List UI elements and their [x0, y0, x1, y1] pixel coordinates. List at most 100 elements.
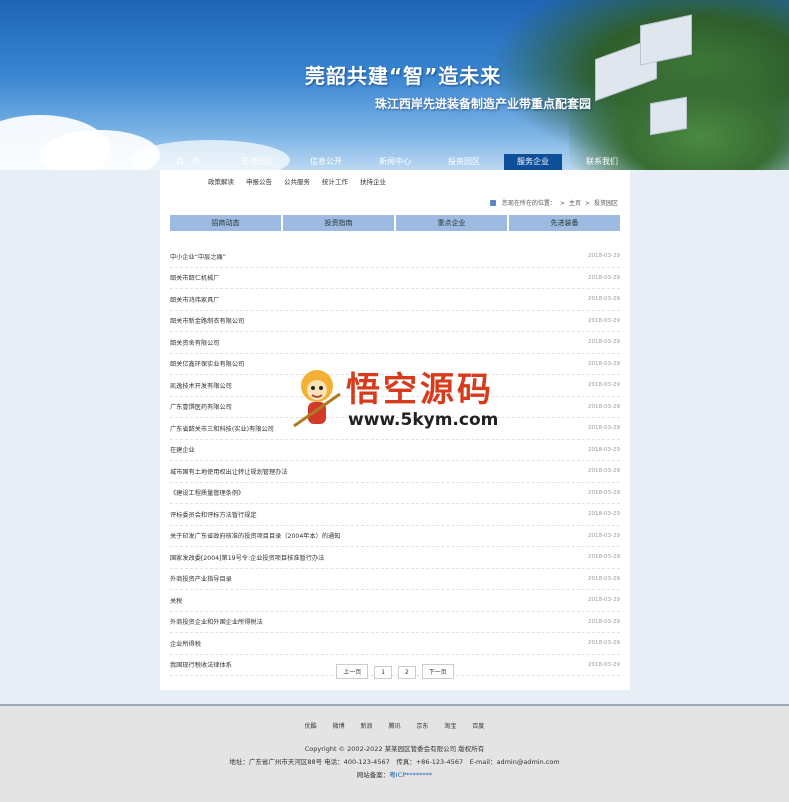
list-item-title[interactable]: 韶关亿鑫环保实业有限公司: [170, 359, 244, 368]
subnav-statistics[interactable]: 统计工作: [322, 176, 348, 186]
list-item[interactable]: 关于印发广东省政府核准的投资项目目录（2004年本）的通知 2018-03-29: [170, 526, 620, 547]
list-item[interactable]: 《建设工程质量管理条例》 2018-03-29: [170, 483, 620, 504]
next-page-button[interactable]: 下一页: [421, 664, 454, 679]
category-tabs: 招商动态 投资指南 重点企业 先进装备: [170, 215, 620, 231]
header-banner: 莞韶共建“智”造未来 珠江西岸先进装备制造产业带重点配套园 首 页 走进园区 信…: [0, 0, 789, 170]
list-item-title[interactable]: 中小企业“中层之痛”: [170, 252, 226, 261]
page-2-button[interactable]: 2: [397, 666, 416, 679]
list-item[interactable]: 韶关资舍有限公司 2018-03-29: [170, 332, 620, 354]
list-item-date: 2018-03-29: [588, 360, 620, 367]
list-item-date: 2018-03-29: [588, 425, 620, 432]
list-item-title[interactable]: 评标委员会和评标方法暂行规定: [170, 510, 257, 519]
nav-news-center[interactable]: 新闻中心: [366, 154, 424, 170]
subnav-support[interactable]: 扶持企业: [360, 176, 386, 186]
list-item-title[interactable]: 城市国有土地使用权出让转让规划管理办法: [170, 467, 288, 476]
list-item-title[interactable]: 凯逸技术开发有限公司: [170, 381, 232, 390]
list-item-title[interactable]: 外商投资产业指导目录: [170, 574, 232, 583]
article-list: 中小企业“中层之痛” 2018-03-29 韶关市韶仁机械厂 2018-03-29 韶关…: [170, 246, 620, 676]
tab-investment-guide[interactable]: 投资指南: [283, 215, 394, 231]
footer: 优酷 微博 新浪 腾讯 京东 淘宝 百度 Copyright © 2002-20…: [0, 704, 789, 802]
list-item[interactable]: 韶关市韶仁机械厂 2018-03-29: [170, 268, 620, 289]
list-item-date: 2018-03-29: [588, 468, 620, 475]
list-item-title[interactable]: 《建设工程质量管理条例》: [170, 488, 244, 497]
list-item-date: 2018-03-29: [588, 640, 620, 647]
list-item-date: 2018-03-29: [588, 532, 620, 539]
breadcrumb-prefix: 您现在所在的位置：: [501, 200, 556, 207]
list-item[interactable]: 在建企业 2018-03-29: [170, 440, 620, 461]
banner-slogan: 莞韶共建“智”造未来: [305, 64, 502, 88]
list-item[interactable]: 凯逸技术开发有限公司 2018-03-29: [170, 375, 620, 397]
list-item-title[interactable]: 关税: [170, 596, 182, 605]
tab-key-enterprises[interactable]: 重点企业: [396, 215, 507, 231]
breadcrumb-current[interactable]: 投资园区: [594, 200, 618, 207]
subnav-announcement[interactable]: 申报公告: [246, 176, 272, 186]
list-item-title[interactable]: 韶关市新金路制衣有限公司: [170, 316, 244, 325]
nav-invest-park[interactable]: 投资园区: [435, 154, 493, 170]
list-item-date: 2018-03-29: [588, 597, 620, 604]
list-item[interactable]: 国家发改委[2004]第19号令:企业投资项目核准暂行办法 2018-03-29: [170, 547, 620, 569]
subnav-public-service[interactable]: 公共服务: [284, 176, 310, 186]
list-item-title[interactable]: 外商投资企业和外国企业所得税法: [170, 617, 263, 626]
list-item-title[interactable]: 韶关市鸿伟家具厂: [170, 295, 220, 304]
list-item[interactable]: 关税 2018-03-29: [170, 590, 620, 612]
home-icon: [489, 200, 496, 206]
list-item[interactable]: 韶关市鸿伟家具厂 2018-03-29: [170, 289, 620, 311]
list-item[interactable]: 企业所得税 2018-03-29: [170, 633, 620, 655]
list-item[interactable]: 外商投资产业指导目录 2018-03-29: [170, 569, 620, 590]
list-item-title[interactable]: 韶关市韶仁机械厂: [170, 273, 220, 282]
pagination: 上一页 1 2 下一页: [160, 664, 630, 679]
footer-contact: 地址：广东省广州市天河区88号 电话：400-123-4567 传真：+86-1…: [229, 758, 560, 766]
main-nav: 首 页 走进园区 信息公开 新闻中心 投资园区 服务企业 联系我们: [0, 152, 789, 170]
tab-investment-news[interactable]: 招商动态: [170, 215, 281, 231]
list-item-date: 2018-03-29: [588, 575, 620, 582]
list-item-date: 2018-03-29: [588, 317, 620, 324]
nav-enterprise-service[interactable]: 服务企业: [504, 154, 562, 170]
list-item-title[interactable]: 在建企业: [170, 445, 195, 454]
footer-link-sina[interactable]: 新浪: [361, 723, 373, 730]
nav-contact[interactable]: 联系我们: [573, 154, 631, 170]
banner-subslogan: 珠江西岸先进装备制造产业带重点配套园: [375, 97, 592, 111]
list-item-date: 2018-03-29: [588, 296, 620, 303]
footer-links: 优酷 微博 新浪 腾讯 京东 淘宝 百度: [0, 721, 789, 730]
subnav-policy[interactable]: 政策解读: [208, 176, 234, 186]
footer-link-taobao[interactable]: 淘宝: [444, 723, 456, 730]
list-item-date: 2018-03-29: [588, 403, 620, 410]
nav-about-park[interactable]: 走进园区: [228, 154, 286, 170]
content-card: 政策解读 申报公告 公共服务 统计工作 扶持企业 您现在所在的位置： > 主页 > 投资…: [160, 170, 630, 690]
list-item[interactable]: 中小企业“中层之痛” 2018-03-29: [170, 246, 620, 268]
footer-link-jd[interactable]: 京东: [416, 723, 428, 730]
nav-info-disclosure[interactable]: 信息公开: [297, 154, 355, 170]
building-illustration: [650, 96, 687, 136]
list-item-date: 2018-03-29: [588, 446, 620, 453]
tab-advanced-equipment[interactable]: 先进装备: [509, 215, 620, 231]
list-item-date: 2018-03-29: [588, 554, 620, 561]
list-item[interactable]: 广东壹馔医药有限公司 2018-03-29: [170, 397, 620, 418]
icp-link[interactable]: 粤ICP********: [389, 771, 432, 779]
list-item-date: 2018-03-29: [588, 511, 620, 518]
list-item[interactable]: 城市国有土地使用权出让转让规划管理办法 2018-03-29: [170, 461, 620, 483]
list-item[interactable]: 评标委员会和评标方法暂行规定 2018-03-29: [170, 504, 620, 526]
list-item[interactable]: 韶关市新金路制衣有限公司 2018-03-29: [170, 311, 620, 332]
icp-label: 网站备案：: [356, 771, 390, 779]
list-item[interactable]: 广东省韶关市三和科技(实业)有限公司 2018-03-29: [170, 418, 620, 440]
list-item-date: 2018-03-29: [588, 253, 620, 260]
list-item-title[interactable]: 国家发改委[2004]第19号令:企业投资项目核准暂行办法: [170, 553, 324, 562]
list-item-title[interactable]: 广东省韶关市三和科技(实业)有限公司: [170, 424, 274, 433]
list-item[interactable]: 韶关亿鑫环保实业有限公司 2018-03-29: [170, 354, 620, 375]
list-item-title[interactable]: 关于印发广东省政府核准的投资项目目录（2004年本）的通知: [170, 531, 340, 540]
list-item-date: 2018-03-29: [588, 489, 620, 496]
breadcrumb-home[interactable]: 主页: [569, 200, 581, 207]
list-item-date: 2018-03-29: [588, 382, 620, 389]
list-item[interactable]: 外商投资企业和外国企业所得税法 2018-03-29: [170, 612, 620, 633]
list-item-title[interactable]: 广东壹馔医药有限公司: [170, 402, 232, 411]
footer-link-weibo[interactable]: 微博: [333, 723, 345, 730]
list-item-title[interactable]: 韶关资舍有限公司: [170, 338, 220, 347]
prev-page-button[interactable]: 上一页: [336, 664, 369, 679]
footer-link-baidu[interactable]: 百度: [472, 723, 484, 730]
list-item-date: 2018-03-29: [588, 339, 620, 346]
footer-link-youku[interactable]: 优酷: [305, 723, 317, 730]
list-item-title[interactable]: 企业所得税: [170, 639, 201, 648]
footer-link-tencent[interactable]: 腾讯: [388, 723, 400, 730]
nav-home[interactable]: 首 页: [159, 154, 217, 170]
page-1-button[interactable]: 1: [374, 666, 393, 679]
